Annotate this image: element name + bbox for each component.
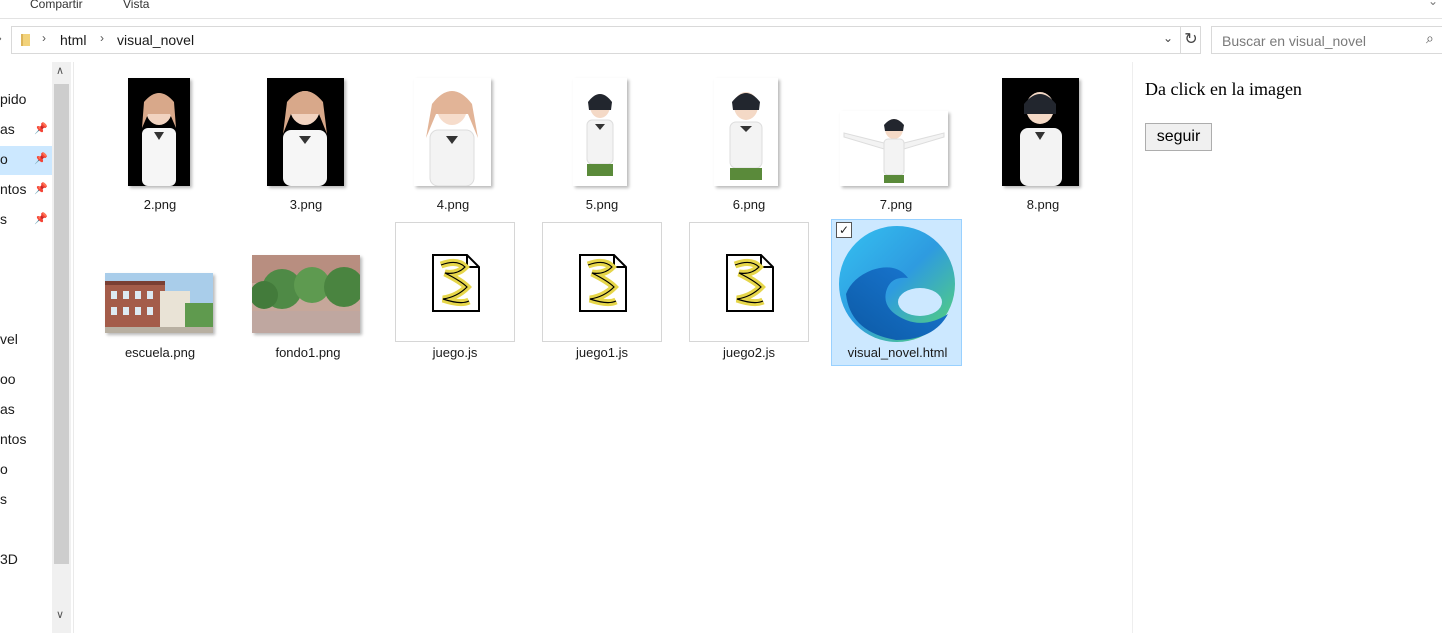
image-thumbnail: [105, 273, 213, 333]
nav-item-pinned-4[interactable]: s: [0, 211, 7, 227]
file-item[interactable]: juego1.js: [542, 218, 662, 364]
file-item[interactable]: fondo1.png: [248, 218, 368, 364]
scroll-up-icon[interactable]: ∧: [56, 64, 64, 77]
image-thumbnail: [573, 78, 627, 186]
nav-item-visual-novel[interactable]: vel: [0, 331, 18, 347]
scrollbar-thumb[interactable]: [54, 84, 69, 564]
script-icon: [726, 254, 774, 312]
file-name: 3.png: [289, 197, 323, 212]
file-name: 8.png: [1026, 197, 1060, 212]
file-item[interactable]: 7.png: [836, 70, 956, 216]
file-name: fondo1.png: [275, 345, 341, 360]
file-item[interactable]: 2.png: [100, 70, 220, 216]
file-name: escuela.png: [124, 345, 196, 360]
pin-icon: 📌: [34, 153, 48, 165]
ribbon: Compartir Vista ⌄: [0, 0, 1442, 19]
pin-icon: 📌: [34, 183, 48, 195]
file-name: juego1.js: [575, 345, 629, 360]
address-bar[interactable]: › html › visual_novel ⌄ ↻: [11, 26, 1201, 54]
file-item[interactable]: 4.png: [393, 70, 513, 216]
pane-divider: [73, 62, 74, 633]
chevron-down-icon[interactable]: ⌄: [1163, 31, 1173, 45]
file-item[interactable]: escuela.png: [100, 218, 220, 364]
search-icon[interactable]: ⌕: [1426, 30, 1434, 47]
seguir-button[interactable]: seguir: [1145, 123, 1212, 151]
nav-scrollbar[interactable]: ∧ ∨: [52, 62, 71, 633]
nav-item-6[interactable]: oo: [0, 371, 16, 387]
file-item[interactable]: 3.png: [246, 70, 366, 216]
folder-icon: [21, 34, 30, 46]
nav-item-8[interactable]: ntos: [0, 431, 26, 447]
chevron-right-icon: ›: [42, 31, 46, 45]
file-name: visual_novel.html: [847, 345, 948, 360]
script-icon: [432, 254, 480, 312]
search-input[interactable]: Buscar en visual_novel: [1222, 33, 1366, 49]
file-name: 6.png: [732, 197, 766, 212]
ribbon-expand-icon[interactable]: ⌄: [1428, 0, 1438, 8]
back-arrow-icon[interactable]: ›: [0, 33, 2, 45]
image-thumbnail: [1002, 78, 1079, 186]
file-item[interactable]: 5.png: [542, 70, 662, 216]
refresh-icon[interactable]: ↻: [1180, 27, 1201, 53]
image-thumbnail: [714, 78, 778, 186]
file-name: 4.png: [436, 197, 470, 212]
breadcrumb-visual-novel[interactable]: visual_novel: [117, 32, 194, 48]
nav-item-7[interactable]: as: [0, 401, 15, 417]
chevron-right-icon: ›: [100, 31, 104, 45]
nav-item-3d-objects[interactable]: 3D: [0, 551, 18, 567]
image-thumbnail: [414, 78, 491, 186]
file-name: juego.js: [432, 345, 478, 360]
nav-item-pinned-2[interactable]: o: [0, 151, 8, 167]
image-thumbnail: [128, 78, 190, 186]
nav-item-9[interactable]: o: [0, 461, 8, 477]
preview-pane-divider: [1132, 62, 1133, 633]
file-item-selected[interactable]: visual_novel.html: [831, 219, 962, 366]
file-item[interactable]: juego2.js: [689, 218, 809, 364]
image-thumbnail: [840, 111, 948, 186]
edge-browser-icon: [839, 226, 955, 342]
pin-icon: 📌: [34, 123, 48, 135]
scroll-down-icon[interactable]: ∨: [56, 608, 64, 621]
tab-vista[interactable]: Vista: [123, 0, 149, 11]
pin-icon: 📌: [34, 213, 48, 225]
image-thumbnail: [252, 255, 360, 333]
file-item[interactable]: 6.png: [689, 70, 809, 216]
script-file-thumbnail: [689, 222, 809, 342]
file-name: 2.png: [143, 197, 177, 212]
file-name: 7.png: [879, 197, 913, 212]
tab-compartir[interactable]: Compartir: [30, 0, 83, 11]
checked-checkbox[interactable]: ✓: [836, 222, 852, 238]
script-icon: [579, 254, 627, 312]
file-name: 5.png: [585, 197, 619, 212]
image-thumbnail: [267, 78, 344, 186]
nav-item-quick-access[interactable]: pido: [0, 91, 26, 107]
preview-instruction-text: Da click en la imagen: [1145, 79, 1302, 99]
nav-item-pinned-1[interactable]: as: [0, 121, 15, 137]
search-box[interactable]: Buscar en visual_novel ⌕: [1211, 26, 1442, 54]
script-file-thumbnail: [542, 222, 662, 342]
file-item[interactable]: juego.js: [395, 218, 515, 364]
nav-item-10[interactable]: s: [0, 491, 7, 507]
breadcrumb-html[interactable]: html: [60, 32, 86, 48]
nav-item-pinned-3[interactable]: ntos: [0, 181, 26, 197]
script-file-thumbnail: [395, 222, 515, 342]
file-name: juego2.js: [722, 345, 776, 360]
file-item[interactable]: 8.png: [983, 70, 1103, 216]
navigation-pane: pido as 📌 o 📌 ntos 📌 s 📌 vel oo as ntos …: [0, 62, 73, 633]
